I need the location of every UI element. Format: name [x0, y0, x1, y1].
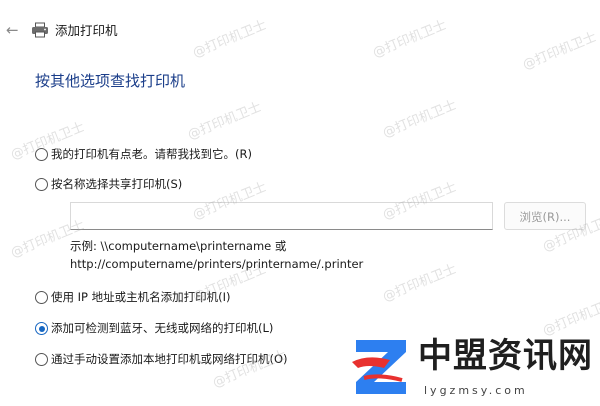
radio-button[interactable]: [35, 148, 48, 161]
option-label: 我的打印机有点老。请帮我找到它。(R): [51, 147, 252, 161]
radio-button[interactable]: [35, 291, 48, 304]
watermark: @打印机卫士: [185, 99, 264, 143]
example-text-line2: http://computername/printers/printername…: [70, 257, 364, 271]
browse-button[interactable]: 浏览(R)...: [504, 202, 586, 230]
watermark: @打印机卫士: [380, 97, 459, 141]
logo-name: 中盟资讯网: [418, 336, 593, 376]
option-label: 按名称选择共享打印机(S): [51, 177, 183, 191]
radio-button[interactable]: [35, 178, 48, 191]
logo-mark-icon: [352, 340, 406, 394]
radio-button[interactable]: [35, 353, 48, 366]
option-label: 使用 IP 地址或主机名添加打印机(I): [51, 290, 231, 304]
page-title: 按其他选项查找打印机: [35, 72, 186, 90]
back-arrow-icon[interactable]: ←: [6, 21, 19, 39]
logo-domain: lygzmsy.com: [424, 384, 528, 397]
radio-button-selected[interactable]: [35, 322, 48, 335]
site-logo: 中盟资讯网 lygzmsy.com: [350, 328, 600, 406]
watermark: @打印机卫士: [380, 261, 459, 305]
option-label: 添加可检测到蓝牙、无线或网络的打印机(L): [51, 321, 274, 335]
example-text-line1: 示例: \\computername\printername 或: [70, 239, 287, 253]
title-bar: ← 添加打印机: [0, 0, 600, 60]
shared-printer-name-input[interactable]: [70, 202, 493, 230]
printer-icon: [32, 22, 48, 38]
option-label: 通过手动设置添加本地打印机或网络打印机(O): [51, 352, 288, 366]
window-title: 添加打印机: [55, 23, 118, 38]
